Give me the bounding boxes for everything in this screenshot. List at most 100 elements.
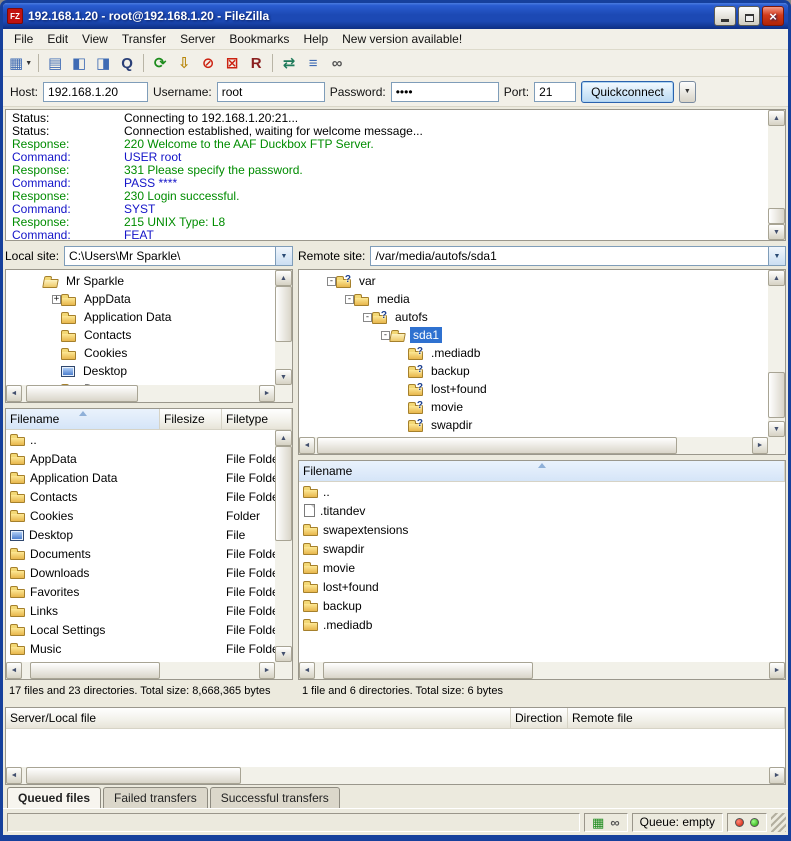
tree-item[interactable]: backup: [299, 362, 768, 380]
quickconnect-button[interactable]: Quickconnect: [581, 81, 674, 103]
tree-item[interactable]: movie: [299, 398, 768, 416]
scrollbar-thumb[interactable]: [323, 662, 533, 679]
column-header-filename[interactable]: Filename: [299, 461, 785, 481]
remote-site-combobox[interactable]: /var/media/autofs/sda1 ▼: [370, 246, 786, 266]
scrollbar-track[interactable]: [768, 126, 785, 224]
expander-icon[interactable]: -: [381, 331, 390, 340]
local-tree-vertical-scrollbar[interactable]: ▲ ▼: [275, 270, 292, 385]
scrollbar-thumb[interactable]: [26, 767, 241, 784]
menu-item[interactable]: Edit: [40, 30, 75, 48]
scroll-right-icon[interactable]: ►: [259, 385, 275, 402]
column-header-direction[interactable]: Direction: [511, 708, 568, 728]
file-row[interactable]: Documents File Folder: [6, 544, 275, 563]
tree-item-label[interactable]: Mr Sparkle: [63, 273, 127, 289]
log-vertical-scrollbar[interactable]: ▲ ▼: [768, 110, 785, 240]
file-row[interactable]: Cookies Folder: [6, 506, 275, 525]
tree-item-label[interactable]: Application Data: [81, 309, 174, 325]
local-list-vertical-scrollbar[interactable]: ▲ ▼: [275, 430, 292, 662]
tree-item[interactable]: - autofs: [299, 308, 768, 326]
menu-item[interactable]: View: [75, 30, 115, 48]
tree-item-label[interactable]: lost+found: [428, 381, 490, 397]
tree-item[interactable]: - media: [299, 290, 768, 308]
process-queue-button[interactable]: ⇩: [172, 52, 196, 75]
scrollbar-track[interactable]: [22, 385, 259, 402]
tree-item-label[interactable]: AppData: [81, 291, 134, 307]
expander-icon[interactable]: -: [327, 277, 336, 286]
tree-item-label[interactable]: sda1: [410, 327, 442, 343]
scroll-up-icon[interactable]: ▲: [275, 270, 292, 286]
scroll-right-icon[interactable]: ►: [259, 662, 275, 679]
tree-item[interactable]: Contacts: [6, 326, 275, 344]
scroll-down-icon[interactable]: ▼: [275, 646, 292, 662]
refresh-button[interactable]: ⟳: [148, 52, 172, 75]
expander-icon[interactable]: -: [363, 313, 372, 322]
chevron-down-icon[interactable]: ▼: [25, 60, 32, 67]
tree-item[interactable]: Cookies: [6, 344, 275, 362]
queue-tab[interactable]: Successful transfers: [210, 787, 340, 808]
tree-item[interactable]: - var: [299, 272, 768, 290]
scroll-down-icon[interactable]: ▼: [768, 421, 785, 437]
cancel-button[interactable]: ⊘: [196, 52, 220, 75]
scrollbar-track[interactable]: [315, 662, 769, 679]
scroll-left-icon[interactable]: ◄: [299, 437, 315, 454]
tree-item[interactable]: Application Data: [6, 308, 275, 326]
file-row[interactable]: Music File Folder: [6, 639, 275, 658]
scrollbar-thumb[interactable]: [768, 372, 785, 418]
directory-comparison-button[interactable]: ≡: [301, 52, 325, 75]
column-header-filetype[interactable]: Filetype: [222, 409, 292, 429]
scroll-right-icon[interactable]: ►: [769, 662, 785, 679]
remote-tree-horizontal-scrollbar[interactable]: ◄ ►: [299, 437, 785, 454]
scrollbar-thumb[interactable]: [275, 286, 292, 342]
file-row[interactable]: Desktop File: [6, 525, 275, 544]
local-treeview-toggle-button[interactable]: ◧: [67, 52, 91, 75]
titlebar[interactable]: FZ 192.168.1.20 - root@192.168.1.20 - Fi…: [3, 3, 788, 29]
scrollbar-thumb[interactable]: [26, 385, 138, 402]
expander-icon[interactable]: -: [345, 295, 354, 304]
synchronized-browsing-button[interactable]: ⇄: [277, 52, 301, 75]
column-header-server-local-file[interactable]: Server/Local file: [6, 708, 511, 728]
remote-tree-vertical-scrollbar[interactable]: ▲ ▼: [768, 270, 785, 437]
scrollbar-track[interactable]: [22, 662, 259, 679]
transfer-queue-toggle-button[interactable]: Q: [115, 52, 139, 75]
scroll-down-icon[interactable]: ▼: [768, 224, 785, 240]
minimize-button[interactable]: [714, 6, 736, 26]
file-row[interactable]: Contacts File Folder: [6, 487, 275, 506]
scroll-left-icon[interactable]: ◄: [6, 767, 22, 784]
file-row[interactable]: Links File Folder: [6, 601, 275, 620]
tree-item[interactable]: .mediadb: [299, 344, 768, 362]
file-row[interactable]: .mediadb: [299, 615, 785, 634]
disconnect-button[interactable]: ⊠: [220, 52, 244, 75]
menu-item[interactable]: File: [7, 30, 40, 48]
file-row[interactable]: Favorites File Folder: [6, 582, 275, 601]
local-site-combobox[interactable]: C:\Users\Mr Sparkle\ ▼: [64, 246, 293, 266]
site-manager-button[interactable]: ▦ ▼: [7, 52, 34, 75]
tree-item[interactable]: - sda1: [299, 326, 768, 344]
password-input[interactable]: [391, 82, 499, 102]
resize-grip[interactable]: [771, 813, 786, 832]
reconnect-button[interactable]: R: [244, 52, 268, 75]
binoculars-icon[interactable]: ∞: [610, 816, 619, 829]
close-button[interactable]: ×: [762, 6, 784, 26]
scrollbar-thumb[interactable]: [30, 662, 160, 679]
file-row[interactable]: Application Data File Folder: [6, 468, 275, 487]
tree-item[interactable]: swapdir: [299, 416, 768, 434]
tree-item-label[interactable]: .mediadb: [428, 345, 483, 361]
file-row[interactable]: AppData File Folder: [6, 449, 275, 468]
file-row[interactable]: .titandev: [299, 501, 785, 520]
chevron-down-icon[interactable]: ▼: [275, 247, 292, 265]
expander-icon[interactable]: +: [52, 295, 61, 304]
remote-treeview-toggle-button[interactable]: ◨: [91, 52, 115, 75]
tree-item-label[interactable]: media: [374, 291, 413, 307]
tree-item[interactable]: Desktop: [6, 362, 275, 380]
tree-item[interactable]: Mr Sparkle: [6, 272, 275, 290]
scroll-up-icon[interactable]: ▲: [768, 270, 785, 286]
scrollbar-track[interactable]: [768, 286, 785, 421]
scrollbar-thumb[interactable]: [317, 437, 677, 454]
tree-item-label[interactable]: var: [356, 273, 379, 289]
menu-item[interactable]: Bookmarks: [222, 30, 296, 48]
menu-item[interactable]: Help: [296, 30, 335, 48]
local-list-horizontal-scrollbar[interactable]: ◄ ►: [6, 662, 292, 679]
column-header-remote-file[interactable]: Remote file: [568, 708, 785, 728]
scrollbar-track[interactable]: [22, 767, 769, 784]
queue-tab[interactable]: Failed transfers: [103, 787, 208, 808]
